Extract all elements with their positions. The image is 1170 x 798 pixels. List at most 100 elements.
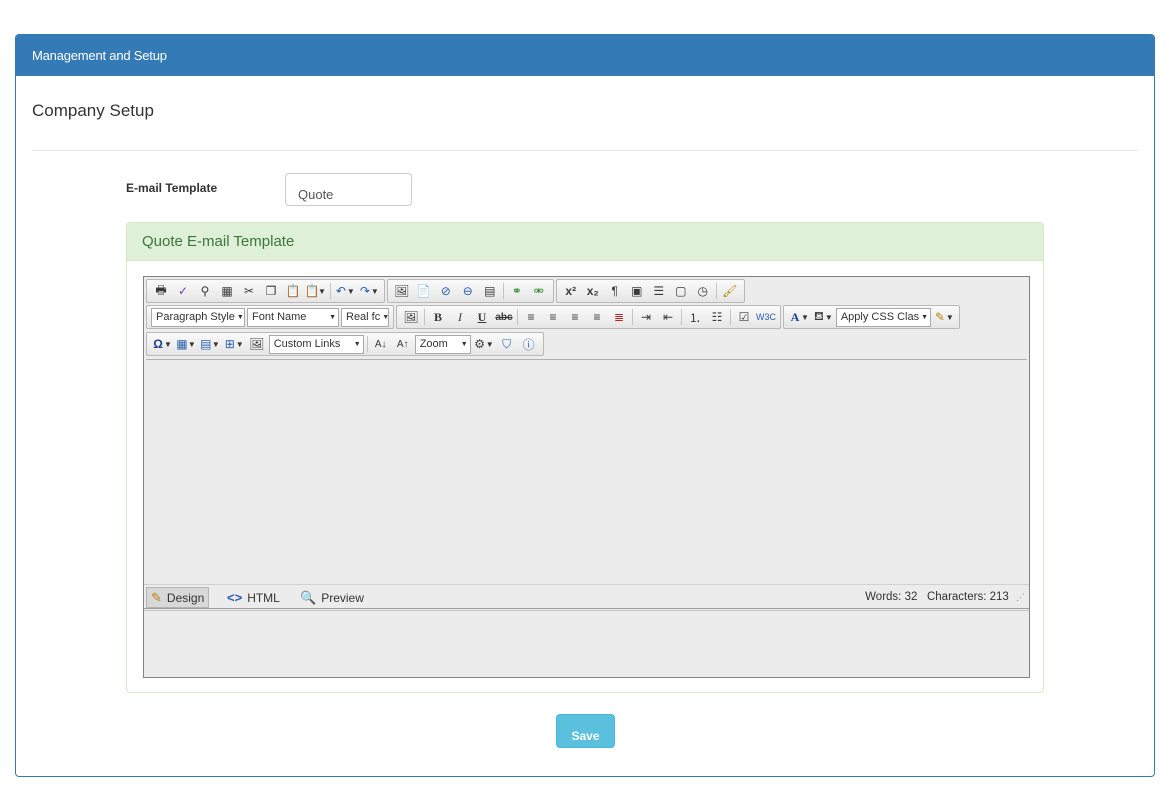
- bulleted-list-icon[interactable]: ☷: [706, 307, 728, 327]
- apply-css-class-select[interactable]: Apply CSS Clas ▼: [835, 307, 931, 327]
- characters-count: 213: [989, 591, 1009, 603]
- words-label: Words:: [865, 591, 902, 603]
- link-manager-icon[interactable]: ⚭: [506, 281, 528, 301]
- design-mode-label: Design: [166, 590, 205, 605]
- insert-symbol-icon[interactable]: ▢: [670, 281, 692, 301]
- separator: [502, 283, 504, 299]
- paragraph-style-select[interactable]: Paragraph Style ▼: [151, 307, 245, 327]
- toolbar-row-1: 🖶 ✓ ⚲ ▦ ✂ ❐ 📋 📋 ▼ ↶ ▼ ↷ ▼ 🖼 📄 ⊘ ⊖ ▤ ⚭ ⚮ …: [146, 279, 747, 303]
- chevron-down-icon[interactable]: ▼: [486, 340, 494, 349]
- print-icon[interactable]: 🖶: [150, 281, 172, 301]
- separator: [366, 336, 368, 352]
- separator: [715, 283, 717, 299]
- chevron-down-icon: ▼: [460, 340, 468, 348]
- justify-icon[interactable]: ≡: [586, 307, 608, 327]
- chevron-down-icon[interactable]: ▼: [946, 313, 954, 322]
- html-mode-tab[interactable]: <> HTML: [223, 587, 284, 608]
- management-panel: Management and Setup Company Setup E-mai…: [15, 34, 1155, 777]
- font-name-select[interactable]: Font Name ▼: [247, 307, 339, 327]
- email-template-field[interactable]: Quote: [285, 173, 412, 206]
- chevron-down-icon[interactable]: ▼: [318, 287, 326, 296]
- indent-icon[interactable]: ⇥: [635, 307, 657, 327]
- align-left-icon[interactable]: ≡: [520, 307, 542, 327]
- magnifier-icon: 🔍: [300, 589, 317, 605]
- numbered-list-icon[interactable]: ⒈: [684, 307, 706, 327]
- chevron-down-icon[interactable]: ▼: [212, 340, 220, 349]
- spellcheck-icon[interactable]: ✓: [172, 281, 194, 301]
- chevron-down-icon: ▼: [236, 313, 244, 321]
- image-manager-icon[interactable]: 🖼: [391, 281, 413, 301]
- real-font-size-value: Real fc: [346, 311, 381, 323]
- panel-header: Management and Setup: [16, 35, 1154, 76]
- chevron-down-icon[interactable]: ▼: [825, 313, 833, 322]
- resize-grip-icon[interactable]: ⋰: [1016, 592, 1025, 603]
- chevron-down-icon[interactable]: ▼: [347, 287, 355, 296]
- chevron-down-icon: ▼: [382, 313, 389, 321]
- chevron-down-icon: ▼: [921, 313, 929, 321]
- chevron-down-icon[interactable]: ▼: [164, 340, 172, 349]
- toolbar-group-text: 🖼 B I U abc ≡ ≡ ≡ ≡ ≣ ⇥ ⇤ ⒈ ☷ ☑ W3C: [396, 305, 781, 329]
- editor-content-area[interactable]: [146, 359, 1027, 584]
- remove-link-icon[interactable]: ⚮: [528, 281, 550, 301]
- image-map-icon[interactable]: 🖼: [400, 307, 422, 327]
- toggle-docking-icon[interactable]: ⛉: [496, 334, 518, 354]
- paste-icon[interactable]: 📋: [282, 281, 304, 301]
- template-panel: Quote E-mail Template 🖶 ✓ ⚲ ▦ ✂ ❐ 📋 📋 ▼ ↶…: [126, 222, 1044, 693]
- media-manager-icon[interactable]: ⊖: [457, 281, 479, 301]
- align-block-icon[interactable]: ☰: [648, 281, 670, 301]
- divider: [32, 150, 1138, 151]
- accessibility-check-icon[interactable]: ☑: [733, 307, 755, 327]
- toolbar-group-print: 🖶 ✓ ⚲ ▦ ✂ ❐ 📋 📋 ▼ ↶ ▼ ↷ ▼: [146, 279, 385, 303]
- chevron-down-icon[interactable]: ▼: [371, 287, 379, 296]
- subscript-icon[interactable]: x₂: [582, 281, 604, 301]
- align-right-icon[interactable]: ≡: [564, 307, 586, 327]
- toolbar-row-2: Paragraph Style ▼ Font Name ▼ Real fc ▼ 🖼 B…: [146, 305, 962, 329]
- zoom-select[interactable]: Zoom ▼: [414, 334, 471, 354]
- separator: [632, 309, 633, 325]
- outdent-icon[interactable]: ⇤: [657, 307, 679, 327]
- toolbar-group-color: A ▼ ⛾ ▼ Apply CSS Clas ▼ ✎ ▼: [783, 305, 960, 329]
- paragraph-icon[interactable]: ¶: [604, 281, 626, 301]
- design-mode-tab[interactable]: ✎ Design: [146, 587, 210, 608]
- separator: [329, 283, 331, 299]
- custom-links-select[interactable]: Custom Links ▼: [268, 334, 364, 354]
- xhtml-validator-icon[interactable]: W3C: [755, 307, 777, 327]
- bold-button[interactable]: B: [427, 307, 449, 327]
- strikethrough-button[interactable]: abc: [493, 307, 515, 327]
- chevron-down-icon[interactable]: ▼: [801, 313, 809, 322]
- cut-icon[interactable]: ✂: [238, 281, 260, 301]
- separator: [517, 309, 518, 325]
- convert-lower-icon[interactable]: A↓: [370, 334, 392, 354]
- rich-text-editor: 🖶 ✓ ⚲ ▦ ✂ ❐ 📋 📋 ▼ ↶ ▼ ↷ ▼ 🖼 📄 ⊘ ⊖ ▤ ⚭ ⚮ …: [143, 276, 1030, 678]
- chevron-down-icon[interactable]: ▼: [188, 340, 196, 349]
- align-center-icon[interactable]: ≡: [542, 307, 564, 327]
- justify-none-icon[interactable]: ≣: [608, 307, 630, 327]
- find-replace-icon[interactable]: ⚲: [194, 281, 216, 301]
- email-template-label: E-mail Template: [126, 181, 218, 195]
- page-title: Company Setup: [32, 101, 154, 120]
- toolbar-group-insert-2: Ω ▼ ▦ ▼ ▤ ▼ ⊞ ▼ 🖼 Custom Links ▼ A↓ A↑ Zoom ▼ …: [146, 332, 544, 356]
- save-button[interactable]: Save: [556, 714, 615, 748]
- chevron-down-icon[interactable]: ▼: [236, 340, 244, 349]
- separator: [730, 309, 731, 325]
- about-icon[interactable]: ⓘ: [518, 334, 540, 354]
- convert-upper-icon[interactable]: A↑: [392, 334, 414, 354]
- code-icon: <>: [227, 590, 243, 605]
- italic-button[interactable]: I: [449, 307, 471, 327]
- real-font-size-select[interactable]: Real fc ▼: [341, 307, 389, 327]
- flash-manager-icon[interactable]: ⊘: [435, 281, 457, 301]
- format-stripper-icon[interactable]: ▣: [626, 281, 648, 301]
- font-name-value: Font Name: [252, 311, 307, 323]
- underline-button[interactable]: U: [471, 307, 493, 327]
- insert-date-icon[interactable]: ◷: [692, 281, 714, 301]
- template-manager-icon[interactable]: ▤: [479, 281, 501, 301]
- preview-mode-tab[interactable]: 🔍 Preview: [296, 587, 368, 608]
- document-manager-icon[interactable]: 📄: [413, 281, 435, 301]
- format-painter-icon[interactable]: 🖌: [719, 281, 741, 301]
- image-map-editor-icon[interactable]: 🖼: [246, 334, 268, 354]
- toolbar-group-format: x² x₂ ¶ ▣ ☰ ▢ ◷ 🖌: [555, 279, 745, 303]
- toolbar-group-insert: 🖼 📄 ⊘ ⊖ ▤ ⚭ ⚮: [386, 279, 554, 303]
- superscript-icon[interactable]: x²: [560, 281, 582, 301]
- copy-icon[interactable]: ❐: [260, 281, 282, 301]
- select-all-icon[interactable]: ▦: [216, 281, 238, 301]
